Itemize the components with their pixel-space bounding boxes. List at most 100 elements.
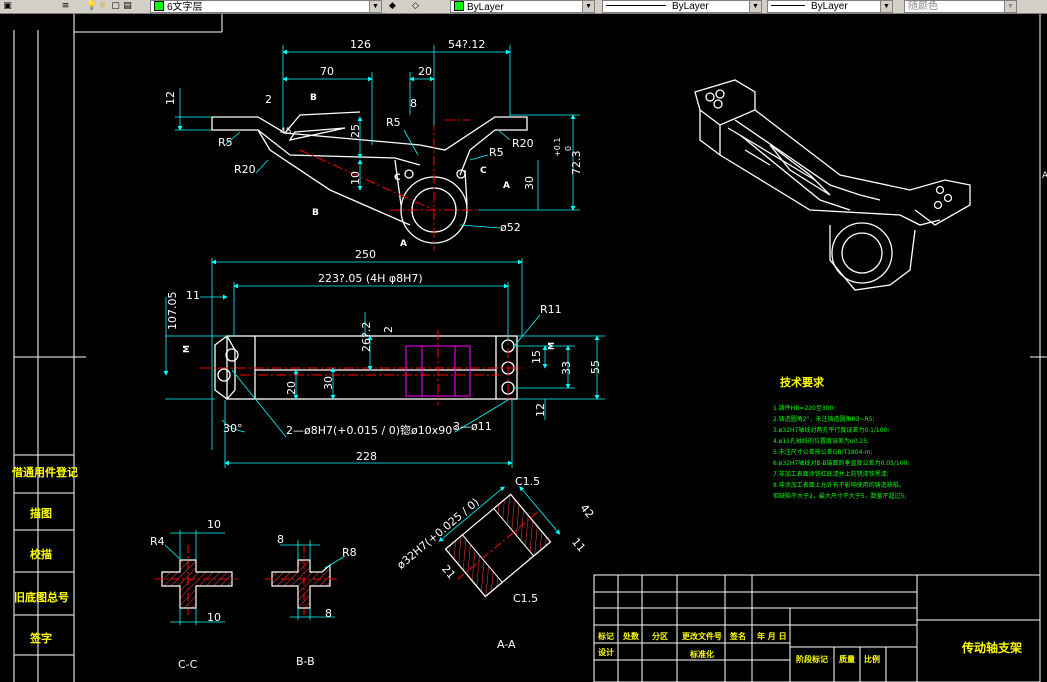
marker-b-bottom: B (312, 208, 319, 218)
linetype-dropdown[interactable]: ByLayer ▼ (602, 0, 762, 13)
layer-state-icon[interactable]: ▣ (2, 1, 13, 11)
lock-icon[interactable]: ▢ (110, 1, 121, 11)
dim-126: 126 (350, 38, 371, 51)
title-block-cell-sign: 签名 (729, 631, 746, 641)
dim-223: 223?.05 (4H φ8H7) (318, 272, 423, 285)
layer-previous-icon[interactable]: ◇ (410, 1, 421, 11)
isometric-view (694, 79, 971, 291)
dim-54: 54?.12 (448, 38, 485, 51)
dia-52: ø52 (500, 221, 521, 234)
dim-72-tol-lo: 0 (564, 146, 573, 151)
section-cc-dim-10-top: 10 (207, 518, 221, 531)
chevron-down-icon[interactable]: ▼ (369, 1, 381, 12)
left-label-3: 旧底图总号 (14, 590, 69, 604)
title-block-cell-scale: 比例 (864, 654, 880, 664)
tech-req-line-7: 7.非加工表面涂铁红底漆并上防锈漆铁黑漆; (773, 470, 889, 478)
radius-r20-left: R20 (234, 163, 256, 176)
title-block-cell-date: 年 月 日 (757, 631, 787, 641)
section-cc-r4: R4 (150, 535, 165, 548)
left-label-4: 签字 (29, 631, 52, 645)
section-aa-dim-21: 21 (439, 563, 458, 582)
section-aa-label: A-A (497, 638, 516, 651)
color-dropdown[interactable]: ByLayer ▼ (450, 0, 595, 13)
layer-color-swatch (154, 1, 164, 11)
section-bb-dim-8-top: 8 (277, 533, 284, 546)
chevron-down-icon[interactable]: ▼ (880, 1, 892, 12)
title-block-cell-changeno: 更改文件号 (682, 631, 722, 641)
title-block-cell-design: 设计 (598, 647, 614, 657)
color-swatch (454, 1, 464, 11)
dim-30-front: 30 (322, 376, 335, 390)
tech-req-title: 技术要求 (780, 375, 825, 389)
technical-requirements: 技术要求 1.铸件HB=220至300; 2.铸造圆角2°，未注铸造圆角R3~R… (773, 375, 909, 500)
section-bb-label: B-B (296, 655, 315, 668)
layer-manager-icon[interactable]: ≡ (60, 1, 71, 11)
chevron-down-icon[interactable]: ▼ (749, 1, 761, 12)
tech-req-line-9: 但缺陷不大于2，最大尺寸不大于5，数量不超过5; (773, 492, 906, 500)
section-aa-c15-bottom: C1.5 (513, 592, 538, 605)
chevron-down-icon[interactable]: ▼ (1004, 1, 1016, 12)
tech-req-line-5: 5.未注尺寸公差按公差GB/T1804-m; (773, 448, 872, 456)
section-bb-profile (271, 559, 331, 609)
section-aa-dim-42: 42 (577, 502, 596, 521)
section-aa-c15-top: C1.5 (515, 475, 540, 488)
dim-33: 33 (560, 361, 573, 375)
left-label-2: 校描 (30, 547, 52, 561)
chevron-down-icon[interactable]: ▼ (582, 1, 594, 12)
revision-column: 借通用件登记 描图 校描 旧底图总号 签字 (11, 454, 78, 656)
section-cc-dim-10-bottom: 10 (207, 611, 221, 624)
marker-m-left: M (182, 345, 191, 353)
dim-72-tol-hi: +0.1 (553, 138, 562, 157)
dim-55: 55 (589, 360, 602, 374)
section-bb-dim-8-bottom: 8 (325, 607, 332, 620)
title-block-cell-mass: 质量 (839, 654, 855, 664)
tech-req-line-8: 8.非涂加工表面上允许有不影响使用的铸造缺陷。 (773, 481, 905, 489)
dim-72: 72.3 (570, 151, 583, 176)
section-cc: R4 10 10 C-C (150, 518, 238, 671)
make-current-icon[interactable]: ◆ (387, 1, 398, 11)
section-aa-dim-11: 11 (569, 536, 588, 555)
dim-250: 250 (355, 248, 376, 261)
radius-r5-mid: R5 (386, 116, 401, 129)
bulb-on-icon[interactable]: 💡 (86, 1, 97, 11)
dim-12: 12 (164, 91, 177, 105)
zone-letter: A (1042, 171, 1047, 181)
title-block-cell-count: 处数 (622, 631, 640, 641)
dim-20: 20 (418, 65, 432, 78)
color-value: ByLayer (467, 2, 504, 13)
title-block-cell-zone: 分区 (652, 631, 668, 641)
dim-20-front: 20 (285, 381, 298, 395)
layer-dropdown[interactable]: 6文字层 ▼ (150, 0, 382, 13)
title-block-cell-mark: 标记 (597, 631, 614, 641)
plot-icon[interactable]: ▤ (122, 1, 133, 11)
top-view: 126 54?.12 70 20 12 2 8 25 10 R5 R5 R5 R… (164, 38, 583, 250)
radius-r11: R11 (540, 303, 562, 316)
dim-2: 2 (265, 93, 272, 106)
part-name: 传动轴支架 (961, 640, 1022, 655)
front-view: 250 223?.05 (4H φ8H7) 11 107.05 R11 2 26… (163, 248, 605, 468)
title-block-cell-stage: 阶段标记 (796, 654, 828, 664)
marker-a-bottom: A (400, 239, 407, 249)
marker-c-left: C (394, 173, 401, 183)
layer-name: 6文字层 (167, 2, 203, 13)
plotstyle-value: 随颜色 (908, 1, 938, 12)
section-bb-r8: R8 (342, 546, 357, 559)
drawing-canvas[interactable]: A 借通用件登记 描图 校描 旧底图总号 签字 126 54?.12 70 20… (0, 14, 1047, 682)
dim-12-front: 12 (534, 403, 547, 417)
left-label-0: 借通用件登记 (11, 465, 78, 479)
dim-2-front: 2 (382, 326, 395, 333)
left-label-1: 描图 (30, 506, 52, 520)
dim-70: 70 (320, 65, 334, 78)
section-aa (438, 486, 561, 598)
tech-req-line-3: 3.ø32H7轴线对两孔平行度误差为0.1/100; (773, 426, 889, 434)
sun-icon[interactable]: ☼ (97, 1, 108, 11)
section-cc-label: C-C (178, 658, 198, 671)
section-cc-profile (161, 559, 233, 609)
dim-107: 107.05 (166, 292, 179, 331)
dim-30: 30 (523, 176, 536, 190)
plotstyle-dropdown[interactable]: 随颜色 ▼ (904, 0, 1017, 13)
lineweight-dropdown[interactable]: ByLayer ▼ (767, 0, 893, 13)
title-block: 标记 处数 分区 更改文件号 签名 年 月 日 设计 标准化 阶段标记 质量 比… (593, 574, 1041, 682)
dim-26: 26?.2 (360, 322, 373, 352)
hole-callout-11: 3—ø11 (453, 420, 492, 433)
